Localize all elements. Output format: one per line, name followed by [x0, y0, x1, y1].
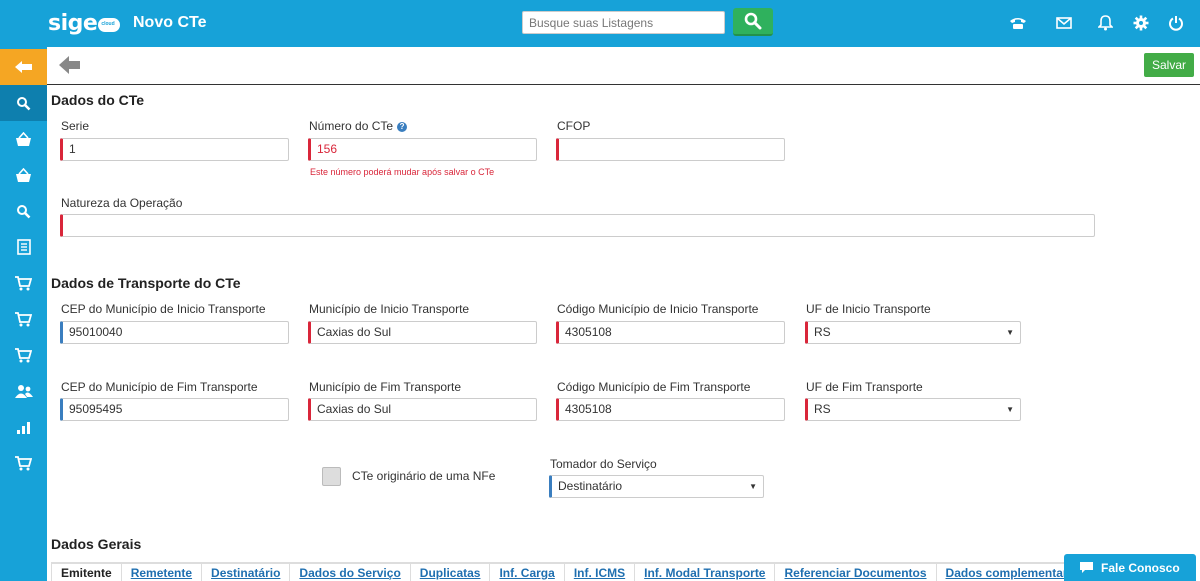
numero-cte-label-text: Número do CTe: [309, 119, 394, 133]
uf-fim-label: UF de Fim Transporte: [806, 380, 923, 394]
cart-icon: [15, 311, 32, 326]
sidebar-item-back[interactable]: [0, 49, 47, 85]
tomador-label: Tomador do Serviço: [550, 457, 657, 471]
top-bar: sige cloud Novo CTe: [0, 0, 1200, 47]
users-icon: [14, 384, 33, 398]
cart-icon: [15, 347, 32, 362]
caret-down-icon: ▼: [1006, 328, 1014, 337]
sidebar-item-basket-1[interactable]: [0, 121, 47, 157]
toolbar: Salvar: [47, 47, 1200, 85]
basket-icon: [16, 167, 31, 182]
codigo-municipio-fim-input[interactable]: 4305108: [556, 398, 785, 421]
back-button[interactable]: [59, 55, 81, 75]
document-icon: [16, 239, 31, 255]
sidebar-item-cart-3[interactable]: [0, 337, 47, 373]
sidebar-item-cart-2[interactable]: [0, 301, 47, 337]
numero-cte-input[interactable]: 156: [308, 138, 537, 161]
uf-inicio-value: RS: [814, 325, 831, 339]
natureza-operacao-label: Natureza da Operação: [61, 196, 183, 210]
municipio-fim-label: Município de Fim Transporte: [309, 380, 462, 394]
save-button[interactable]: Salvar: [1144, 53, 1194, 77]
cep-inicio-label: CEP do Município de Inicio Transporte: [61, 302, 266, 316]
power-icon[interactable]: [1166, 13, 1186, 33]
sidebar-item-reports[interactable]: [0, 409, 47, 445]
serie-input[interactable]: 1: [60, 138, 289, 161]
tab-dados-do-servico[interactable]: Dados do Serviço: [290, 563, 411, 581]
sidebar-item-cart-1[interactable]: [0, 265, 47, 301]
numero-cte-label: Número do CTe?: [309, 119, 408, 133]
help-icon[interactable]: ?: [397, 121, 408, 132]
cep-inicio-input[interactable]: 95010040: [60, 321, 289, 344]
cart-icon: [15, 455, 32, 470]
section-title-dados-gerais: Dados Gerais: [51, 536, 142, 552]
basket-icon: [16, 131, 31, 146]
uf-fim-value: RS: [814, 402, 831, 416]
tab-remetente[interactable]: Remetente: [121, 563, 203, 581]
caret-down-icon: ▼: [1006, 405, 1014, 414]
logo-text: sige: [48, 10, 98, 36]
tab-inf-carga[interactable]: Inf. Carga: [490, 563, 565, 581]
cep-fim-label: CEP do Município de Fim Transporte: [61, 380, 258, 394]
sidebar-item-basket-2[interactable]: [0, 157, 47, 193]
tab-destinatario[interactable]: Destinatário: [202, 563, 291, 581]
dados-gerais-tabs: Emitente Remetente Destinatário Dados do…: [51, 562, 1091, 581]
page-title: Novo CTe: [133, 14, 207, 31]
contact-button[interactable]: Fale Conosco: [1064, 554, 1196, 581]
codigo-municipio-inicio-input[interactable]: 4305108: [556, 321, 785, 344]
cfop-label: CFOP: [557, 119, 591, 133]
logo[interactable]: sige cloud: [48, 9, 121, 37]
sidebar-item-document[interactable]: [0, 229, 47, 265]
cep-fim-input[interactable]: 95095495: [60, 398, 289, 421]
natureza-operacao-input[interactable]: [60, 214, 1095, 237]
numero-cte-hint: Este número poderá mudar após salvar o C…: [310, 167, 495, 177]
municipio-inicio-input[interactable]: Caxias do Sul: [308, 321, 537, 344]
tab-duplicatas[interactable]: Duplicatas: [410, 563, 491, 581]
sidebar-item-users[interactable]: [0, 373, 47, 409]
back-arrow-icon: [14, 61, 32, 73]
back-arrow-icon: [59, 56, 80, 74]
sidebar-item-search-2[interactable]: [0, 193, 47, 229]
contact-label: Fale Conosco: [1101, 560, 1180, 575]
search-input[interactable]: [522, 11, 725, 34]
uf-inicio-select[interactable]: RS ▼: [805, 321, 1021, 344]
search-button[interactable]: [733, 8, 773, 36]
bell-icon[interactable]: [1095, 13, 1115, 33]
nfe-checkbox-label: CTe originário de uma NFe: [352, 469, 496, 483]
logo-badge: cloud: [101, 21, 115, 27]
codigo-municipio-inicio-label: Código Município de Inicio Transporte: [557, 302, 759, 316]
cart-icon: [15, 275, 32, 290]
uf-inicio-label: UF de Inicio Transporte: [806, 302, 931, 316]
serie-label: Serie: [61, 119, 90, 133]
search-icon: [17, 204, 31, 218]
tomador-value: Destinatário: [558, 479, 623, 493]
nfe-checkbox[interactable]: [322, 467, 341, 486]
bar-chart-icon: [17, 421, 30, 434]
phone-icon[interactable]: [1008, 13, 1028, 33]
search-icon: [744, 12, 762, 30]
tab-inf-modal-transporte[interactable]: Inf. Modal Transporte: [635, 563, 776, 581]
search-icon: [17, 96, 31, 110]
municipio-fim-input[interactable]: Caxias do Sul: [308, 398, 537, 421]
sidebar-item-search[interactable]: [0, 85, 47, 121]
logo-cloud-icon: cloud: [98, 18, 121, 32]
sidebar-item-cart-4[interactable]: [0, 445, 47, 481]
cfop-input[interactable]: [556, 138, 785, 161]
section-title-transporte: Dados de Transporte do CTe: [51, 275, 241, 291]
uf-fim-select[interactable]: RS ▼: [805, 398, 1021, 421]
tomador-select[interactable]: Destinatário ▼: [549, 475, 764, 498]
section-title-dados-cte: Dados do CTe: [51, 92, 145, 108]
codigo-municipio-fim-label: Código Município de Fim Transporte: [557, 380, 751, 394]
tab-referenciar-documentos[interactable]: Referenciar Documentos: [775, 563, 937, 581]
tab-inf-icms[interactable]: Inf. ICMS: [564, 563, 636, 581]
caret-down-icon: ▼: [749, 482, 757, 491]
gear-icon[interactable]: [1131, 13, 1151, 33]
municipio-inicio-label: Município de Inicio Transporte: [309, 302, 470, 316]
sidebar: [0, 47, 47, 581]
chat-bubble-icon: [1080, 562, 1093, 573]
tab-emitente[interactable]: Emitente: [51, 563, 122, 581]
mail-icon[interactable]: [1054, 13, 1074, 33]
